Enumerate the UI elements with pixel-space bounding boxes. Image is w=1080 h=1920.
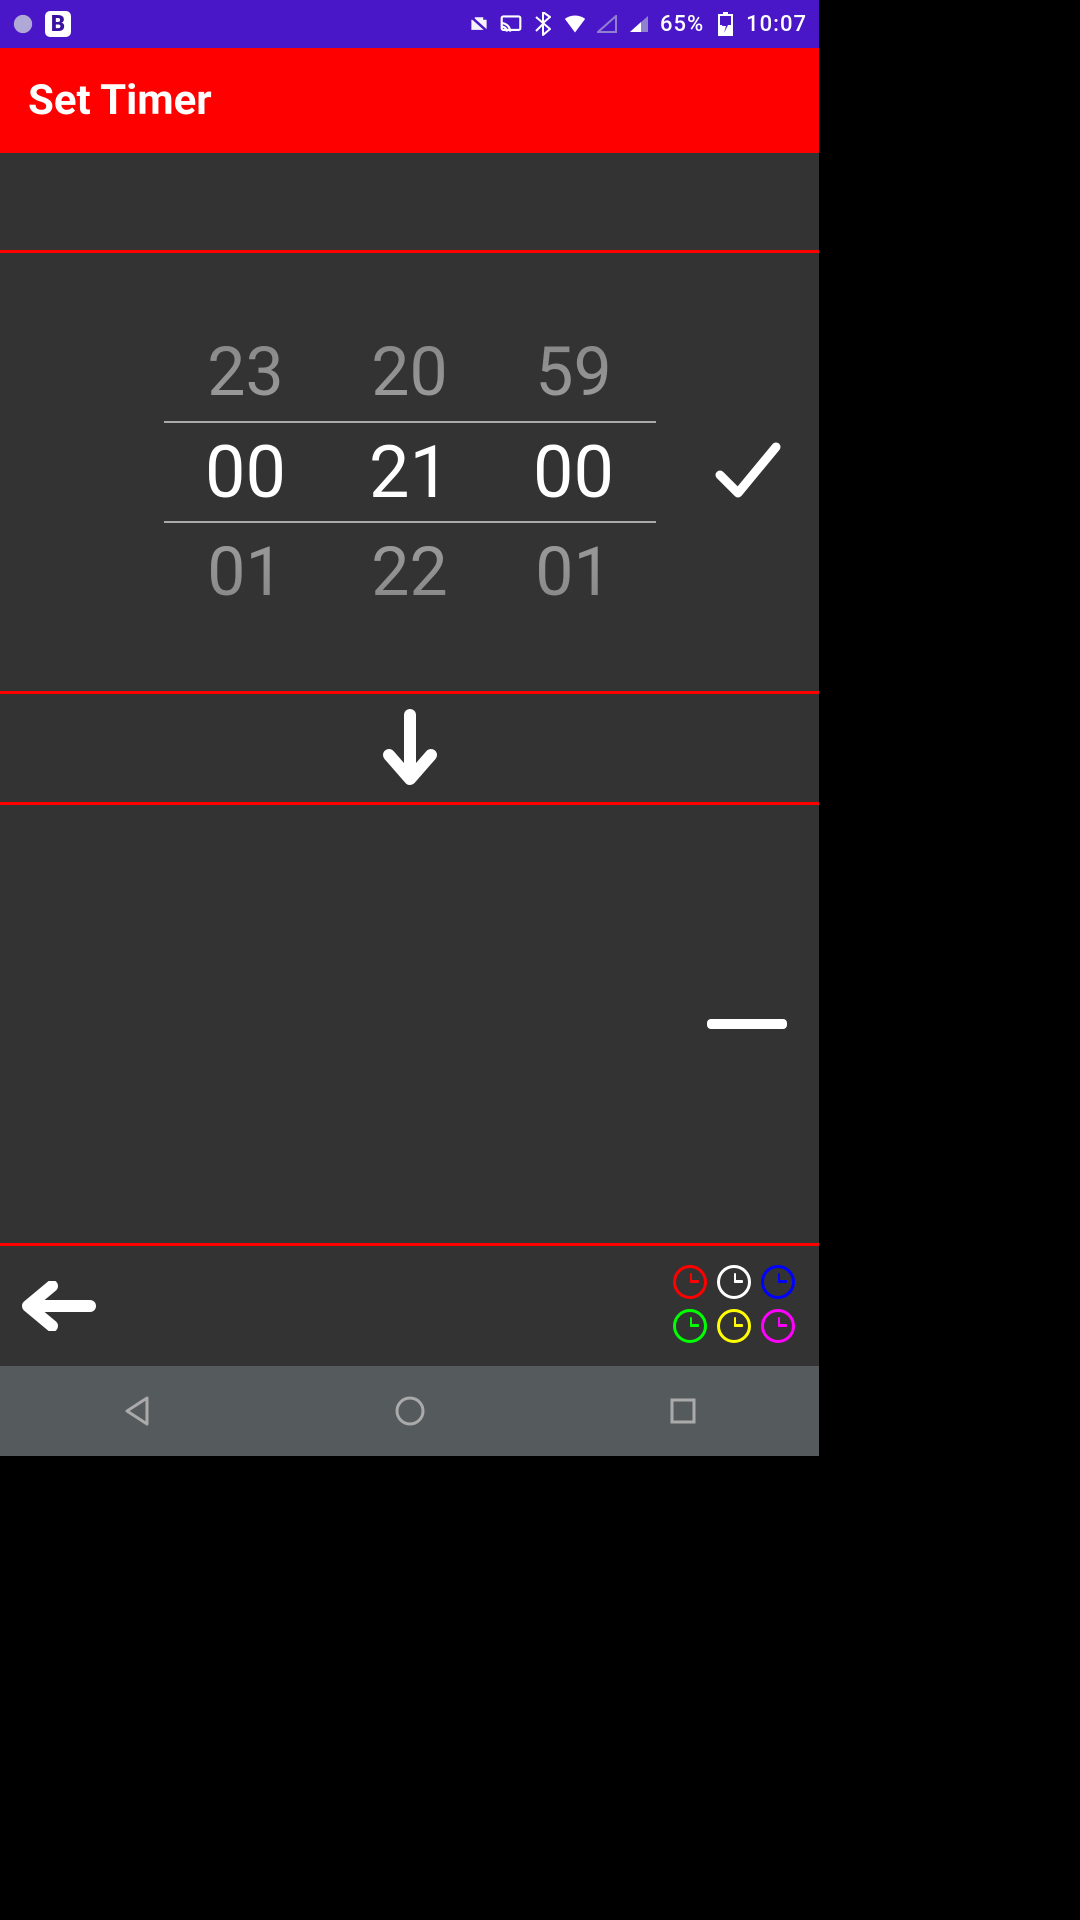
hours-next: 01: [207, 522, 283, 622]
minutes-next: 22: [371, 522, 447, 622]
arrow-left-icon: [20, 1281, 100, 1331]
battery-percent-text: 65%: [660, 12, 704, 37]
bottom-toolbar: [0, 1246, 819, 1366]
secondary-timer-section: [0, 805, 819, 1243]
hours-current: 00: [205, 422, 286, 522]
signal-empty-icon: [596, 13, 618, 35]
battery-charging-icon: [714, 13, 736, 35]
cast-icon: [500, 13, 522, 35]
content-area: 23 00 01 20 21 22 59 00 01: [0, 153, 819, 1366]
theme-clock-yellow[interactable]: [717, 1309, 751, 1343]
time-picker-section: 23 00 01 20 21 22 59 00 01: [0, 253, 819, 691]
arrow-down-icon: [381, 709, 439, 787]
seconds-next: 01: [535, 522, 611, 622]
nav-recent-button[interactable]: [633, 1381, 733, 1441]
android-status-bar: B 65% 10:07: [0, 0, 819, 48]
color-theme-grid: [673, 1265, 799, 1347]
theme-clock-white[interactable]: [717, 1265, 751, 1299]
hours-prev: 23: [207, 322, 283, 422]
nav-back-button[interactable]: [87, 1381, 187, 1441]
nav-home-button[interactable]: [360, 1381, 460, 1441]
app-notification-icon: [12, 13, 34, 35]
hours-picker[interactable]: 23 00 01: [164, 322, 328, 622]
checkmark-icon: [708, 433, 786, 511]
square-recent-icon: [669, 1397, 697, 1425]
wifi-icon: [564, 13, 586, 35]
confirm-button[interactable]: [707, 432, 787, 512]
seconds-picker[interactable]: 59 00 01: [492, 322, 656, 622]
signal-icon: [628, 13, 650, 35]
countdown-indicator-button[interactable]: [370, 708, 450, 788]
theme-clock-green[interactable]: [673, 1309, 707, 1343]
seconds-current: 00: [533, 422, 614, 522]
triangle-back-icon: [123, 1396, 151, 1426]
clock-text: 10:07: [746, 12, 807, 37]
circle-home-icon: [394, 1395, 426, 1427]
back-button[interactable]: [20, 1276, 100, 1336]
app-b-icon: B: [44, 10, 72, 38]
svg-text:B: B: [51, 12, 65, 37]
remove-button[interactable]: [707, 1019, 787, 1029]
briefcase-off-icon: [468, 13, 490, 35]
seconds-prev: 59: [535, 322, 611, 422]
minutes-picker[interactable]: 20 21 22: [328, 322, 492, 622]
theme-clock-magenta[interactable]: [761, 1309, 795, 1343]
bluetooth-icon: [532, 13, 554, 35]
theme-clock-blue[interactable]: [761, 1265, 795, 1299]
page-title: Set Timer: [28, 76, 212, 125]
app-title-bar: Set Timer: [0, 48, 819, 153]
theme-clock-red[interactable]: [673, 1265, 707, 1299]
android-nav-bar: [0, 1366, 819, 1456]
minutes-current: 21: [369, 422, 450, 522]
minutes-prev: 20: [371, 322, 447, 422]
